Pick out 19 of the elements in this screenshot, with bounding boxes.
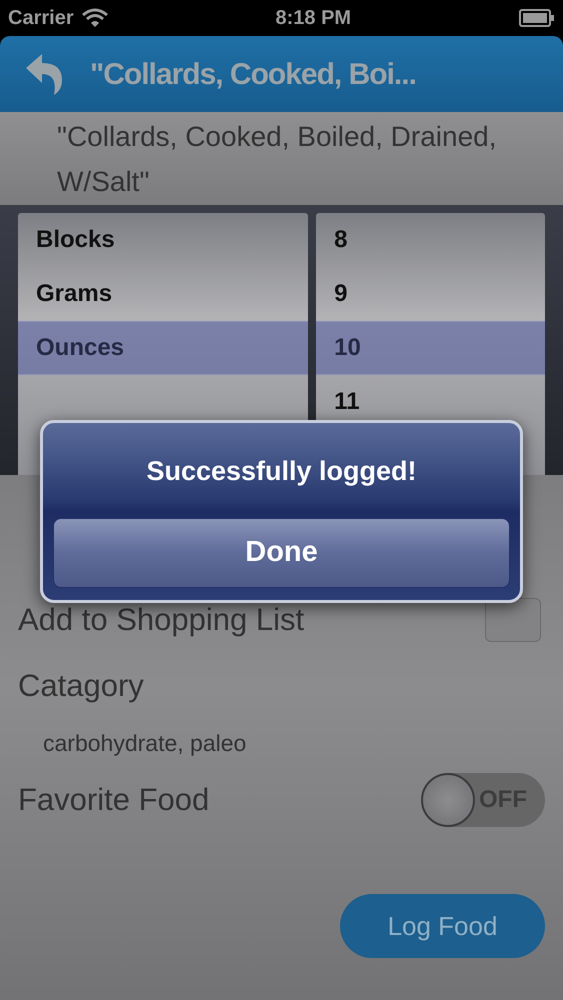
option-label: Catagory: [18, 666, 144, 705]
option-label: Favorite Food: [18, 780, 210, 819]
wifi-icon: [82, 8, 108, 28]
category-value: carbohydrate, paleo: [42, 729, 248, 758]
picker-option[interactable]: 9: [316, 267, 546, 321]
battery-icon: [518, 9, 555, 27]
picker-option[interactable]: Ounces: [18, 321, 308, 375]
log-food-button[interactable]: Log Food: [340, 894, 545, 958]
option-label: Add to Shopping List: [18, 600, 304, 639]
picker-option[interactable]: Blocks: [18, 213, 308, 267]
nav-title: "Collards, Cooked, Boi...: [90, 56, 416, 92]
done-button[interactable]: Done: [53, 518, 510, 588]
status-time: 8:18 PM: [276, 6, 352, 31]
picker-option[interactable]: Grams: [18, 267, 308, 321]
checkbox[interactable]: [485, 598, 541, 642]
picker-option[interactable]: 10: [316, 321, 546, 375]
food-name: "Collards, Cooked, Boiled, Drained, W/Salt": [57, 120, 498, 199]
picker-option[interactable]: 8: [316, 213, 546, 267]
carrier-label: Carrier: [8, 6, 74, 31]
